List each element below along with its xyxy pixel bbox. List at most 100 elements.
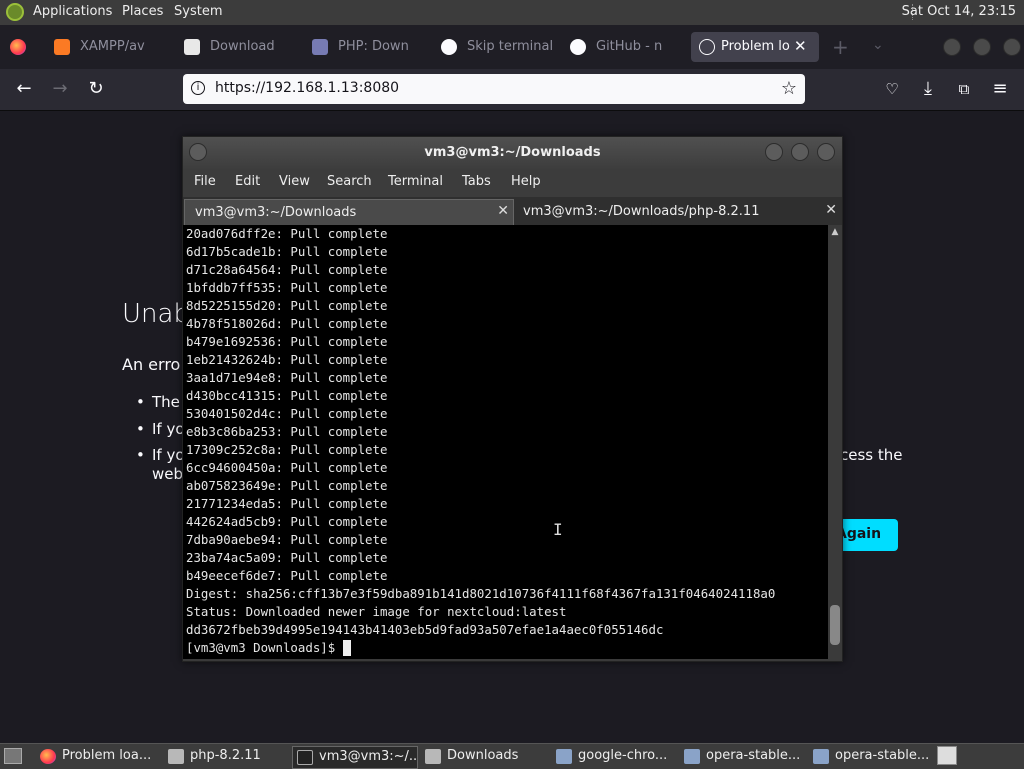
app-menu-icon[interactable]: ≡ xyxy=(990,79,1010,99)
places-menu[interactable]: Places xyxy=(122,4,163,19)
taskbar-item-chrome-package[interactable]: google-chro... xyxy=(552,746,676,767)
terminal-line: Status: Downloaded newer image for nextc… xyxy=(186,604,567,619)
terminal-tab-php[interactable]: vm3@vm3:~/Downloads/php-8.2.11 ✕ xyxy=(513,199,841,225)
close-window-button[interactable] xyxy=(1003,38,1021,56)
close-tab-icon[interactable]: ✕ xyxy=(794,37,807,55)
scroll-thumb[interactable] xyxy=(830,605,840,645)
bullet-2-text: If yo xyxy=(152,420,185,438)
tab-download[interactable]: Download xyxy=(176,32,296,62)
menu-help[interactable]: Help xyxy=(511,174,541,189)
terminal-line: 21771234eda5: Pull complete xyxy=(186,496,388,511)
terminal-line: d71c28a64564: Pull complete xyxy=(186,262,388,277)
package-icon xyxy=(813,749,829,764)
minimize-window-button[interactable] xyxy=(943,38,961,56)
navigation-toolbar: ← → ↻ i https://192.168.1.13:8080 ☆ ♡ ⤓ … xyxy=(0,69,1024,111)
terminal-line: b49eecef6de7: Pull complete xyxy=(186,568,388,583)
github-icon xyxy=(441,39,457,55)
bullet-3-text: If yo xyxy=(152,446,185,464)
terminal-window: vm3@vm3:~/Downloads File Edit View Searc… xyxy=(182,136,843,662)
close-tab-icon[interactable]: ✕ xyxy=(825,202,837,218)
bookmark-star-icon[interactable]: ☆ xyxy=(781,78,797,99)
taskbar-item-php-folder[interactable]: php-8.2.11 xyxy=(164,746,286,767)
back-arrow-icon[interactable]: ← xyxy=(14,79,34,99)
taskbar-item-opera-package-2[interactable]: opera-stable... xyxy=(809,746,931,767)
reload-icon[interactable]: ↻ xyxy=(86,79,106,99)
maximize-window-button[interactable] xyxy=(973,38,991,56)
terminal-line: 6cc94600450a: Pull complete xyxy=(186,460,388,475)
scroll-up-arrow-icon[interactable]: ▲ xyxy=(828,225,842,239)
terminal-prompt-line: [vm3@vm3 Downloads]$ xyxy=(186,639,828,657)
bullet-3: • xyxy=(136,446,145,464)
show-desktop-icon[interactable] xyxy=(4,748,22,764)
xampp-icon xyxy=(54,39,70,55)
terminal-scrollbar[interactable]: ▲ xyxy=(828,225,842,659)
system-menu[interactable]: System xyxy=(174,4,222,19)
terminal-line: 3aa1d71e94e8: Pull complete xyxy=(186,370,388,385)
maximize-button[interactable] xyxy=(791,143,809,161)
terminal-line: e8b3c86ba253: Pull complete xyxy=(186,424,388,439)
terminal-line: Digest: sha256:cff13b7e3f59dba891b141d80… xyxy=(186,586,776,601)
folder-icon xyxy=(425,749,441,764)
url-bar[interactable]: i https://192.168.1.13:8080 ☆ xyxy=(183,74,805,104)
package-icon xyxy=(684,749,700,764)
terminal-titlebar[interactable]: vm3@vm3:~/Downloads xyxy=(183,137,842,169)
package-icon xyxy=(556,749,572,764)
github-icon xyxy=(570,39,586,55)
tab-github-2[interactable]: GitHub - n xyxy=(562,32,682,62)
terminal-menubar: File Edit View Search Terminal Tabs Help xyxy=(183,169,842,197)
extensions-icon[interactable]: ⧉ xyxy=(954,79,974,99)
terminal-line: 17309c252c8a: Pull complete xyxy=(186,442,388,457)
downloads-icon[interactable]: ⤓ xyxy=(918,79,938,99)
terminal-line: 1eb21432624b: Pull complete xyxy=(186,352,388,367)
bullet-3-text-tail: cess the xyxy=(840,446,903,464)
list-tabs-icon[interactable]: ⌄ xyxy=(872,37,884,53)
menu-tabs[interactable]: Tabs xyxy=(462,174,491,189)
taskbar-item-opera-package-1[interactable]: opera-stable... xyxy=(680,746,804,767)
terminal-line: 442624ad5cb9: Pull complete xyxy=(186,514,388,529)
bottom-taskbar: Problem loa... php-8.2.11 vm3@vm3:~/... … xyxy=(0,743,1024,769)
menu-file[interactable]: File xyxy=(194,174,216,189)
bullet-1: • xyxy=(136,393,145,411)
terminal-prompt: [vm3@vm3 Downloads]$ xyxy=(186,640,343,655)
applications-menu[interactable]: Applications xyxy=(33,4,112,19)
terminal-line: d430bcc41315: Pull complete xyxy=(186,388,388,403)
bullet-3-text-cont: web xyxy=(152,465,184,483)
info-icon xyxy=(699,39,715,55)
close-button[interactable] xyxy=(817,143,835,161)
terminal-line: 7dba90aebe94: Pull complete xyxy=(186,532,388,547)
terminal-title: vm3@vm3:~/Downloads xyxy=(424,145,601,160)
tab-problem-loading[interactable]: Problem lo ✕ xyxy=(691,32,819,62)
forward-arrow-icon[interactable]: → xyxy=(50,79,70,99)
error-intro: An erro xyxy=(122,355,181,374)
minimize-button[interactable] xyxy=(765,143,783,161)
taskbar-item-downloads-folder[interactable]: Downloads xyxy=(421,746,547,767)
bullet-1-text: The xyxy=(152,393,180,411)
close-tab-icon[interactable]: ✕ xyxy=(497,203,509,219)
terminal-output[interactable]: 20ad076dff2e: Pull complete 6d17b5cade1b:… xyxy=(183,225,828,659)
clock[interactable]: Sat Oct 14, 23:15 xyxy=(902,4,1016,19)
terminal-line: 1bfddb7ff535: Pull complete xyxy=(186,280,388,295)
terminal-icon xyxy=(297,750,313,765)
workspace-switcher[interactable] xyxy=(937,746,957,765)
terminal-line: dd3672fbeb39d4995e194143b41403eb5d9fad93… xyxy=(186,622,664,637)
terminal-tab-downloads[interactable]: vm3@vm3:~/Downloads ✕ xyxy=(184,199,514,226)
terminal-line: 4b78f518026d: Pull complete xyxy=(186,316,388,331)
menu-view[interactable]: View xyxy=(279,174,310,189)
distro-logo-icon[interactable] xyxy=(6,3,24,21)
taskbar-item-terminal[interactable]: vm3@vm3:~/... xyxy=(292,746,418,769)
new-tab-icon[interactable]: + xyxy=(832,35,849,59)
tab-php[interactable]: PHP: Down xyxy=(304,32,424,62)
url-text[interactable]: https://192.168.1.13:8080 xyxy=(215,80,399,96)
terminal-line: 530401502d4c: Pull complete xyxy=(186,406,388,421)
site-info-icon[interactable]: i xyxy=(191,81,205,95)
menu-terminal[interactable]: Terminal xyxy=(388,174,443,189)
firefox-view-icon[interactable] xyxy=(10,39,26,55)
menu-edit[interactable]: Edit xyxy=(235,174,260,189)
pocket-icon[interactable]: ♡ xyxy=(882,79,902,99)
menu-search[interactable]: Search xyxy=(327,174,372,189)
top-panel: Applications Places System Sat Oct 14, 2… xyxy=(0,0,1024,26)
tab-xampp[interactable]: XAMPP/av xyxy=(46,32,166,62)
terminal-line: 23ba74ac5a09: Pull complete xyxy=(186,550,388,565)
tab-github-1[interactable]: Skip terminal xyxy=(433,32,553,62)
taskbar-item-firefox[interactable]: Problem loa... xyxy=(36,746,158,767)
